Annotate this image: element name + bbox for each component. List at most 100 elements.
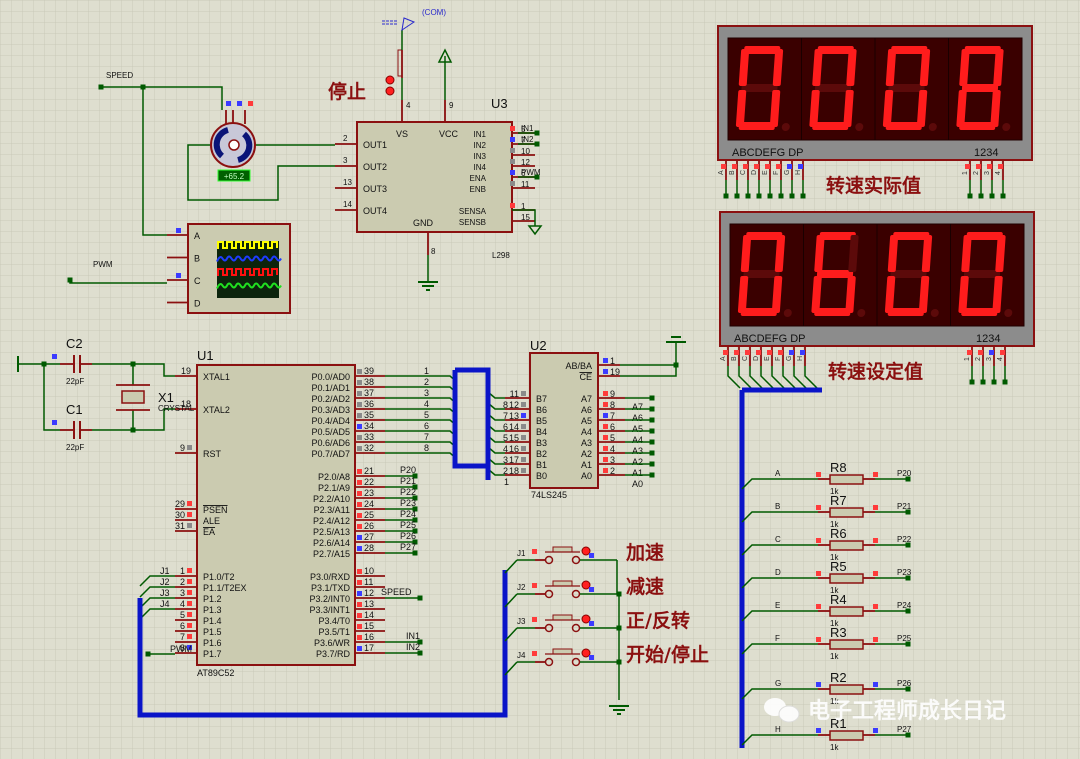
speed-setpoint-display[interactable]: ABCDEFG DP 1234 [719,211,1035,347]
pin-state-marker [521,446,526,451]
pin-state-marker [589,621,594,626]
junction-dot [673,362,679,368]
pin-state-marker [603,358,608,363]
capacitor-ref: C2 [66,336,83,351]
pin-number: 11 [510,389,519,399]
net-label: 6 [424,421,429,431]
net-label: PWM [521,168,541,177]
pin-number: 5 [180,610,185,620]
pin-number: 36 [364,399,374,409]
pin-state-marker [510,181,515,186]
segment-g [888,84,925,92]
resistor-r8[interactable] [829,474,864,485]
resistor-r2[interactable] [829,684,864,695]
net-label: P20 [400,465,416,475]
junction-dot [67,277,73,283]
segment-a [817,46,854,54]
pin-state-marker [603,391,608,396]
junction-dot [991,379,997,385]
scope-channel-label: C [194,276,201,286]
junction-dot [649,428,655,434]
junction-dot [734,193,740,199]
net-label: J4 [160,599,170,609]
actual-speed-display[interactable]: ABCDEFG DP 1234 [717,25,1033,161]
pin-state-marker [521,402,526,407]
resistor-r6[interactable] [829,540,864,551]
pin-name: P2.0/A8 [318,472,350,482]
switch-actuator[interactable] [581,614,591,624]
net-label: P26 [400,531,416,541]
display-pin-label: H [795,170,802,175]
resistor-r4[interactable] [829,606,864,617]
pin-name: XTAL2 [203,405,230,415]
junction-dot [800,193,806,199]
net-label: 2 [424,377,429,387]
pin-state-marker [357,635,362,640]
resistor-r3[interactable] [829,639,864,650]
pin-state-marker [532,549,537,554]
pin-state-marker [816,505,821,510]
pin-state-marker [1000,350,1005,355]
display-common-pin-label: 4 [997,357,1004,361]
crystal-x1[interactable] [121,390,145,404]
segment-a [891,46,928,54]
resistor-ref: R7 [830,493,847,508]
pin-name: CE [579,372,592,382]
resistor-r1[interactable] [829,730,864,741]
net-label: P24 [897,601,912,610]
schematic[interactable]: ABCDEFG DP 1234A B C D E F G H 1 2 3 4转速实际值ABCDEFG D… [0,0,1080,759]
stop-switch-actuator[interactable] [385,86,395,96]
pin-number: 6 [180,621,185,631]
switch-caption: 正/反转 [626,609,690,632]
net-label: IN1 [406,631,420,641]
net-label: A5 [632,424,643,434]
pin-name: P3.6/WR [314,638,351,648]
motor-speed-value: +65.2 [224,172,245,181]
pin-name: A5 [581,416,592,426]
pin-name: P1.3 [203,605,222,615]
pin-state-marker [873,571,878,576]
pin-name: P3.5/T1 [318,627,350,637]
switch-actuator[interactable] [581,648,591,658]
net-label: 4 [424,399,429,409]
wechat-icon [778,705,800,723]
pin-number: 28 [364,543,374,553]
pin-state-marker [732,164,737,169]
scope-channel-label: A [194,231,200,241]
pin-state-marker [187,623,192,628]
net-label: A1 [632,468,643,478]
switch-actuator[interactable] [581,546,591,556]
junction-dot [649,406,655,412]
pin-number: 14 [509,422,519,432]
pin-state-marker [357,491,362,496]
motor-shaft [228,139,240,151]
resistor-r5[interactable] [829,573,864,584]
pin-name: VCC [439,129,459,139]
pin-name: OUT4 [363,206,387,216]
junction-dot [978,193,984,199]
schematic-canvas[interactable]: ABCDEFG DP 1234 A B C D E F G H 1 2 3 4 转速实际值 ABCDEFG D… [0,0,1080,759]
display-pin-label: D [753,356,760,361]
resistor-r7[interactable] [829,507,864,518]
pin-number: 4 [610,444,615,454]
pin-name: A2 [581,449,592,459]
switch-actuator[interactable] [581,580,591,590]
pin-number: 11 [364,577,373,587]
pin-state-marker [510,159,515,164]
pin-state-marker [987,164,992,169]
pin-state-marker [532,583,537,588]
pin-name: P2.4/A12 [313,516,350,526]
pin-state-marker [187,590,192,595]
pin-state-marker [816,637,821,642]
u3-part: L298 [492,251,510,260]
pin-state-marker [357,380,362,385]
resistor-ref: R3 [830,625,847,640]
resistor-ref: R6 [830,526,847,541]
stop-switch-actuator[interactable] [385,75,395,85]
segment-g [963,270,1001,278]
display-common-pin-label: 1 [964,357,971,361]
pin-state-marker [603,457,608,462]
pin-number: 24 [364,499,374,509]
net-label: A0 [632,479,643,489]
net-label: 7 [424,432,429,442]
